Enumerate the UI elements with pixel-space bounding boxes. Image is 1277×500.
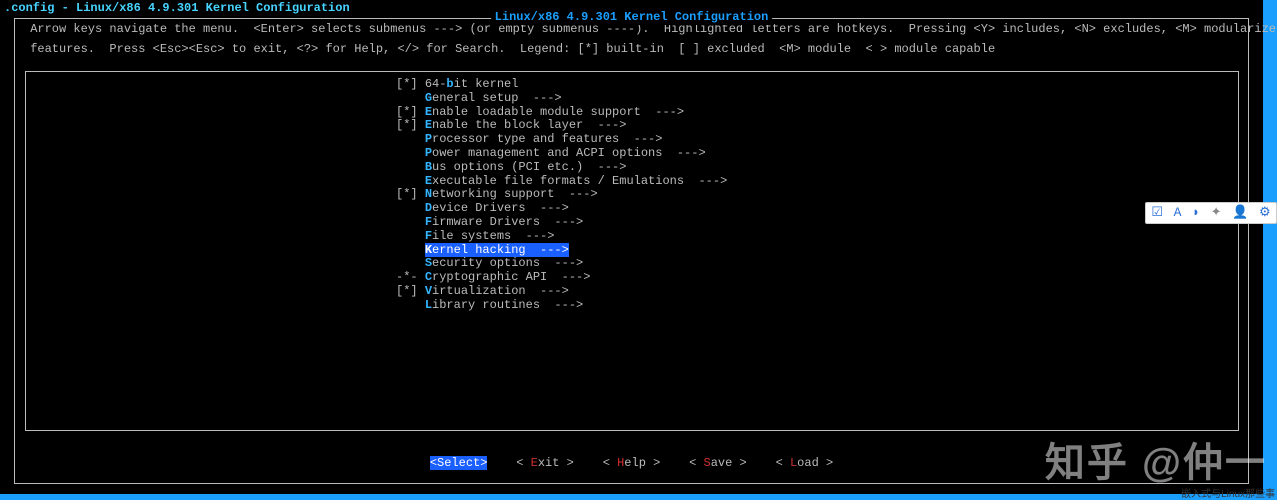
button-save[interactable]: < Save > xyxy=(689,456,747,470)
menu-list-box: [*] 64-bit kernel General setup --->[*] … xyxy=(25,71,1239,431)
gear-icon[interactable]: ⚙ xyxy=(1259,206,1271,221)
menu-item-9[interactable]: Device Drivers ---> xyxy=(26,202,1238,216)
menu-item-10[interactable]: Firmware Drivers ---> xyxy=(26,216,1238,230)
terminal-inner: .config - Linux/x86 4.9.301 Kernel Confi… xyxy=(0,0,1263,494)
menu-item-0[interactable]: [*] 64-bit kernel xyxy=(26,78,1238,92)
menu-item-16[interactable]: Library routines ---> xyxy=(26,299,1238,313)
browser-toolbar[interactable]: ☑ A ◗ ✦ 👤 ⚙ xyxy=(1145,202,1277,224)
letter-a-icon[interactable]: A xyxy=(1174,206,1182,221)
dialog-title: Linux/x86 4.9.301 Kernel Configuration xyxy=(491,11,773,25)
menu-item-11[interactable]: File systems ---> xyxy=(26,230,1238,244)
menu-item-4[interactable]: Processor type and features ---> xyxy=(26,133,1238,147)
menu-item-2[interactable]: [*] Enable loadable module support ---> xyxy=(26,106,1238,120)
menu-item-15[interactable]: [*] Virtualization ---> xyxy=(26,285,1238,299)
button-help[interactable]: < Help > xyxy=(603,456,661,470)
button-select[interactable]: <Select> xyxy=(430,456,488,470)
sparkle-icon[interactable]: ✦ xyxy=(1211,206,1222,221)
menu-item-1[interactable]: General setup ---> xyxy=(26,92,1238,106)
button-exit[interactable]: < Exit > xyxy=(516,456,574,470)
terminal-window: .config - Linux/x86 4.9.301 Kernel Confi… xyxy=(0,0,1277,500)
menu-item-5[interactable]: Power management and ACPI options ---> xyxy=(26,147,1238,161)
footer-credit: 嵌入式与Linux那些事 xyxy=(1181,489,1275,500)
menu-item-7[interactable]: Executable file formats / Emulations ---… xyxy=(26,175,1238,189)
button-bar: <Select> < Exit > < Help > < Save > < Lo… xyxy=(15,457,1248,471)
menu-item-13[interactable]: Security options ---> xyxy=(26,257,1238,271)
check-icon[interactable]: ☑ xyxy=(1151,206,1163,221)
menu-list[interactable]: [*] 64-bit kernel General setup --->[*] … xyxy=(26,78,1238,313)
person-icon[interactable]: 👤 xyxy=(1232,206,1248,221)
menu-item-14[interactable]: -*- Cryptographic API ---> xyxy=(26,271,1238,285)
menu-item-12[interactable]: Kernel hacking ---> xyxy=(26,244,569,258)
button-load[interactable]: < Load > xyxy=(776,456,834,470)
menu-item-8[interactable]: [*] Networking support ---> xyxy=(26,188,1238,202)
dialog-box: Linux/x86 4.9.301 Kernel Configuration A… xyxy=(14,18,1249,484)
menu-item-6[interactable]: Bus options (PCI etc.) ---> xyxy=(26,161,1238,175)
menu-item-3[interactable]: [*] Enable the block layer ---> xyxy=(26,119,1238,133)
help-text-line2: features. Press <Esc><Esc> to exit, <?> … xyxy=(15,39,1248,59)
moon-icon[interactable]: ◗ xyxy=(1192,206,1200,221)
